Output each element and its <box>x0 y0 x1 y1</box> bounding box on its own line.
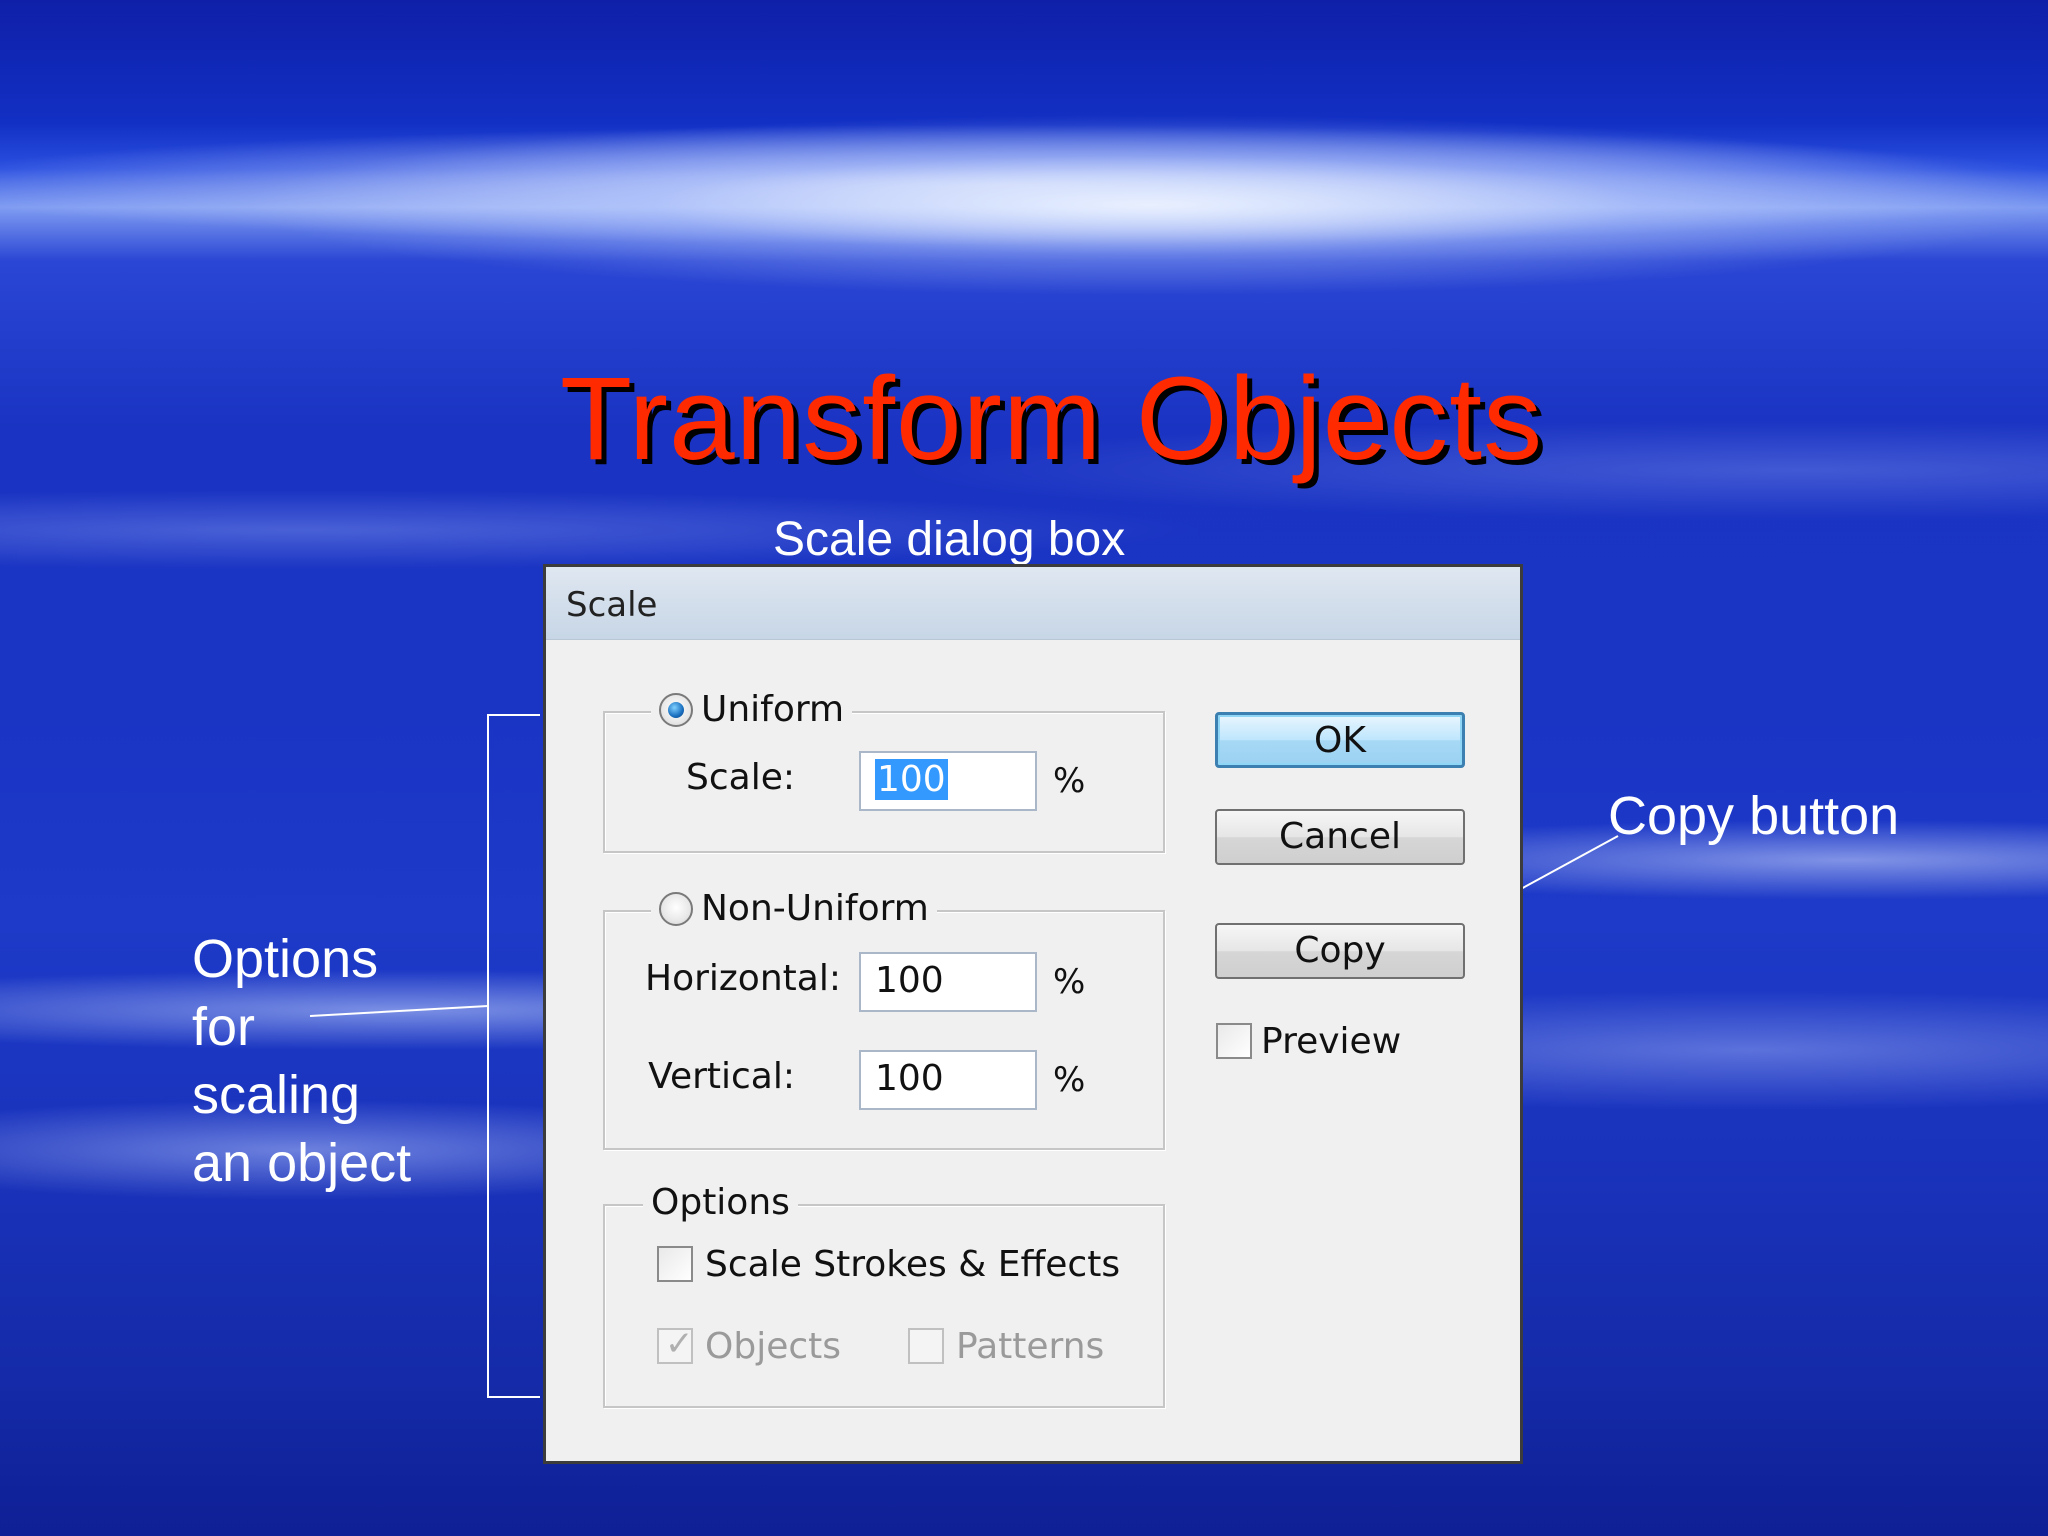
non-uniform-group: Non-Uniform Horizontal: 100 % Vertical: … <box>603 888 1165 1150</box>
scale-input[interactable]: 100 <box>859 751 1037 811</box>
scale-label: Scale: <box>686 757 795 798</box>
uniform-legend[interactable]: Uniform <box>651 689 853 730</box>
vertical-unit: % <box>1053 1060 1086 1100</box>
patterns-label[interactable]: Patterns <box>956 1326 1104 1367</box>
scale-unit: % <box>1053 761 1086 801</box>
horizontal-unit: % <box>1053 962 1086 1002</box>
vertical-input[interactable]: 100 <box>859 1050 1037 1110</box>
uniform-label: Uniform <box>701 689 845 730</box>
scale-strokes-label[interactable]: Scale Strokes & Effects <box>705 1244 1120 1285</box>
scale-dialog: Scale Uniform Scale: 100 % Non-Uniform H… <box>543 564 1523 1464</box>
vertical-label: Vertical: <box>648 1056 795 1097</box>
scale-strokes-checkbox[interactable] <box>657 1246 693 1282</box>
options-legend: Options <box>643 1182 798 1223</box>
non-uniform-label: Non-Uniform <box>701 888 929 929</box>
uniform-radio[interactable] <box>659 692 693 727</box>
dialog-titlebar[interactable]: Scale <box>546 567 1520 640</box>
horizontal-label: Horizontal: <box>645 958 841 999</box>
cancel-button[interactable]: Cancel <box>1215 809 1465 865</box>
options-pointer-line <box>309 1005 489 1017</box>
ok-button[interactable]: OK <box>1215 712 1465 768</box>
preview-checkbox[interactable] <box>1216 1023 1252 1059</box>
dialog-title: Scale <box>566 585 658 625</box>
objects-checkbox[interactable]: ✓ <box>657 1324 694 1364</box>
copy-button[interactable]: Copy <box>1215 923 1465 979</box>
horizontal-input[interactable]: 100 <box>859 952 1037 1012</box>
non-uniform-radio[interactable] <box>659 891 693 926</box>
scale-input-value: 100 <box>875 759 948 800</box>
objects-label[interactable]: Objects <box>705 1326 841 1367</box>
options-group: Options Scale Strokes & Effects ✓ Object… <box>603 1182 1165 1408</box>
non-uniform-legend[interactable]: Non-Uniform <box>651 888 937 929</box>
checkmark-icon: ✓ <box>665 1324 694 1364</box>
uniform-group: Uniform Scale: 100 % <box>603 689 1165 853</box>
options-label: Options <box>651 1182 790 1223</box>
patterns-checkbox[interactable] <box>908 1328 944 1364</box>
options-bracket <box>487 714 540 1398</box>
preview-label[interactable]: Preview <box>1261 1021 1401 1062</box>
